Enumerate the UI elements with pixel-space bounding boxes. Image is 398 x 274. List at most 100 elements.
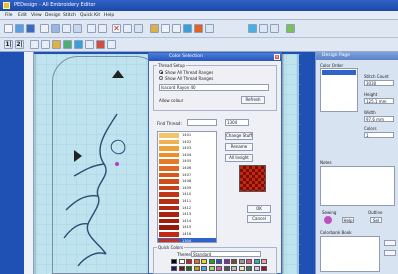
thread-row[interactable]: 1407 (158, 172, 216, 179)
help-button[interactable]: Help (342, 217, 354, 223)
redo-icon[interactable] (98, 24, 107, 33)
flip-icon[interactable] (107, 40, 116, 49)
side-button-2[interactable] (384, 250, 396, 256)
quick-color-grid[interactable] (171, 259, 271, 273)
color-order-list[interactable] (320, 68, 358, 112)
cut-icon[interactable] (51, 24, 60, 33)
menu-help[interactable]: Help (104, 13, 114, 18)
simulate-icon[interactable] (286, 24, 295, 33)
quick-color-swatch[interactable] (201, 266, 207, 271)
menu-design[interactable]: Design (45, 13, 61, 18)
quick-color-swatch[interactable] (186, 266, 192, 271)
quick-color-swatch[interactable] (208, 266, 215, 271)
quick-color-swatch[interactable] (223, 259, 230, 264)
quick-color-swatch[interactable] (231, 266, 237, 271)
refresh-button[interactable]: Refresh (241, 96, 265, 104)
selection-handle[interactable] (115, 162, 119, 166)
thread-row[interactable]: 1413 (158, 211, 216, 218)
quick-color-swatch[interactable] (238, 266, 245, 271)
quick-color-swatch[interactable] (261, 259, 267, 264)
menu-view[interactable]: View (31, 13, 42, 18)
menu-file[interactable]: File (5, 13, 13, 18)
settings-icon[interactable] (74, 40, 83, 49)
color-order-item[interactable] (322, 70, 356, 75)
hoop-icon[interactable] (270, 24, 279, 33)
quick-color-swatch[interactable] (223, 266, 230, 271)
stop-icon[interactable] (96, 40, 105, 49)
thread-row[interactable]: 1415 (158, 224, 216, 231)
open-icon[interactable] (15, 24, 24, 33)
menu-stitch[interactable]: Stitch (63, 13, 76, 18)
embroidery-design[interactable] (34, 54, 154, 274)
quick-color-swatch[interactable] (186, 259, 192, 264)
text-icon[interactable] (183, 24, 192, 33)
select-icon[interactable]: 1| (4, 40, 13, 49)
layers-icon[interactable] (259, 24, 268, 33)
layout-icon[interactable] (248, 24, 257, 33)
quick-color-swatch[interactable] (253, 259, 260, 264)
color-icon[interactable] (150, 24, 159, 33)
copy-icon[interactable] (62, 24, 71, 33)
thread-row[interactable]: 1414 (158, 218, 216, 225)
close-icon[interactable]: ✕ (274, 54, 280, 60)
quick-color-swatch[interactable] (193, 259, 200, 264)
print-icon[interactable] (40, 24, 49, 33)
rename-button[interactable]: Rename (225, 143, 253, 151)
cancel-button[interactable]: Cancel (247, 215, 271, 223)
ok-button[interactable]: OK (247, 205, 271, 213)
undo-icon[interactable] (87, 24, 96, 33)
pen-icon[interactable] (172, 24, 181, 33)
quick-color-swatch[interactable] (238, 259, 245, 264)
radio-show-all[interactable] (159, 70, 163, 74)
thread-row[interactable]: 1416 (158, 231, 216, 238)
brand-select[interactable]: Isacord Rayon 40 (159, 84, 269, 91)
thread-row[interactable]: 1401 (158, 132, 216, 139)
find-thread-input[interactable] (187, 119, 217, 126)
thread-list[interactable]: 1401 1402 1403 1404 1405 1406 1407 1408 1409 1410… (157, 131, 217, 243)
thread-row[interactable]: 1304 (158, 237, 216, 242)
quick-color-swatch[interactable] (246, 266, 252, 271)
find-code-input[interactable]: 1304 (225, 119, 249, 126)
thread-row[interactable]: 1411 (158, 198, 216, 205)
theme-select[interactable]: Standard (191, 251, 261, 257)
thread-row[interactable]: 1406 (158, 165, 216, 172)
quick-color-swatch[interactable] (208, 259, 215, 264)
quick-color-swatch[interactable] (171, 259, 177, 264)
thread-row[interactable]: 1408 (158, 178, 216, 185)
menu-quickkit[interactable]: Quick Kit (80, 13, 100, 18)
quick-color-swatch[interactable] (216, 266, 222, 271)
quick-color-swatch[interactable] (246, 259, 252, 264)
thread-row[interactable]: 1409 (158, 185, 216, 192)
quick-color-swatch[interactable] (261, 266, 267, 271)
zoom-icon[interactable] (123, 24, 132, 33)
shape-icon[interactable] (194, 24, 203, 33)
delete-icon[interactable]: ✕ (112, 24, 121, 33)
thread-row[interactable]: 1405 (158, 158, 216, 165)
thread-row[interactable]: 1410 (158, 191, 216, 198)
all-insight-button[interactable]: All Insight (225, 154, 253, 162)
quick-color-swatch[interactable] (178, 266, 185, 271)
change-stuff-button[interactable]: Change Stuff (225, 132, 253, 140)
thread-icon[interactable] (63, 40, 72, 49)
lock-icon[interactable] (41, 40, 50, 49)
notes-box[interactable] (320, 166, 395, 206)
quick-color-swatch[interactable] (201, 259, 207, 264)
colorbank-box[interactable] (320, 236, 380, 272)
quick-color-swatch[interactable] (216, 259, 222, 264)
thread-row[interactable]: 1412 (158, 205, 216, 212)
menu-edit[interactable]: Edit (18, 13, 27, 18)
thread-row[interactable]: 1403 (158, 145, 216, 152)
quick-color-swatch[interactable] (231, 259, 237, 264)
radio-show-selected[interactable] (159, 76, 163, 80)
color-wheel-icon[interactable] (52, 40, 61, 49)
quick-color-swatch[interactable] (171, 266, 177, 271)
side-button-1[interactable] (384, 240, 396, 246)
rotate-icon[interactable] (85, 40, 94, 49)
thread-row[interactable]: 1404 (158, 152, 216, 159)
new-icon[interactable] (4, 24, 13, 33)
view-icon[interactable] (205, 24, 214, 33)
quick-color-swatch[interactable] (178, 259, 185, 264)
grid-icon[interactable] (134, 24, 143, 33)
stitch-icon[interactable] (30, 40, 39, 49)
quick-color-swatch[interactable] (193, 266, 200, 271)
